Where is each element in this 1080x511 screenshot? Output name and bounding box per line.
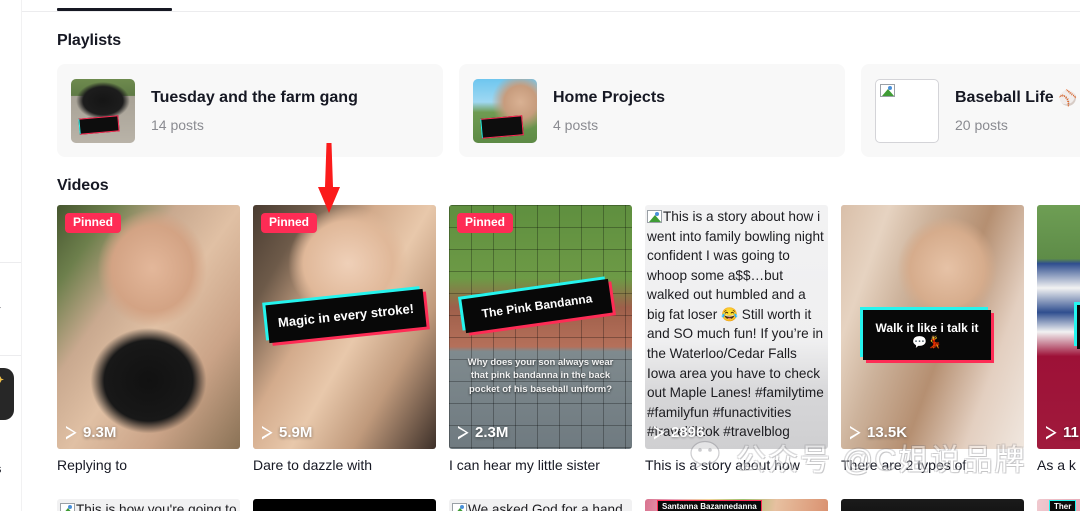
playlist-name-text: Baseball Life <box>955 88 1054 106</box>
play-icon <box>1046 426 1057 440</box>
video-thumbnail-broken[interactable]: We asked God for a hand <box>449 499 632 511</box>
view-count-value: 2896 <box>671 424 705 441</box>
playlist-post-count: 14 posts <box>151 116 204 133</box>
sidebar-text-fragment-2: ers <box>0 461 2 476</box>
video-thumbnail[interactable]: Pinned The Pink Bandanna Why does your s… <box>449 205 632 449</box>
video-caption[interactable]: This is a story about how <box>645 456 828 475</box>
video-alt-text: This is a story about how i went into fa… <box>647 209 824 440</box>
video-caption[interactable]: As a k <box>1037 456 1080 475</box>
videos-section-title: Videos <box>57 177 109 194</box>
video-artwork <box>1037 205 1080 449</box>
view-count-value: 13.5K <box>867 424 908 441</box>
sparkle-icon <box>0 376 4 383</box>
view-count-value: 11 <box>1063 424 1079 441</box>
video-overlay-sticker: Santanna Bazannedanna <box>657 500 762 511</box>
playlist-meta: Baseball Life ⚾ 20 posts <box>955 89 1077 133</box>
left-sidebar-remnant: ear ers <box>0 0 22 511</box>
playlists-row: Tuesday and the farm gang 14 posts Home … <box>57 64 1080 157</box>
baseball-icon: ⚾ <box>1058 89 1078 107</box>
playlist-thumbnail <box>71 78 135 143</box>
video-cell: Pinned Magic in every stroke! 5.9M Dare … <box>253 205 436 475</box>
playlist-post-count: 4 posts <box>553 116 599 133</box>
view-count: 2896 <box>654 424 704 441</box>
playlist-card[interactable]: Tuesday and the farm gang 14 posts <box>57 64 443 157</box>
pinned-badge: Pinned <box>457 213 514 234</box>
video-thumbnail[interactable]: Ther <box>1037 499 1080 511</box>
video-cell: Walk it like i talk it 💬💃 13.5K There ar… <box>841 205 1024 475</box>
video-thumbnail-broken[interactable]: This is how you're going to <box>57 499 240 511</box>
video-thumbnail[interactable]: Santanna Bazannedanna <box>645 499 828 511</box>
view-count-value: 9.3M <box>83 424 117 441</box>
video-alt-text-block: This is a story about how i went into fa… <box>647 207 824 442</box>
playlist-meta: Tuesday and the farm gang 14 posts <box>151 89 358 133</box>
video-thumbnail[interactable]: Walk it like i talk it 💬💃 13.5K <box>841 205 1024 449</box>
playlist-name: Baseball Life ⚾ <box>955 89 1077 107</box>
sidebar-promo-card[interactable] <box>0 368 14 420</box>
video-thumbnail[interactable]: Pinned Magic in every stroke! 5.9M <box>253 205 436 449</box>
playlists-section-title: Playlists <box>57 32 122 49</box>
profile-tab-bar[interactable] <box>22 0 1080 12</box>
playlist-thumbnail-broken <box>875 78 939 143</box>
video-alt-text: This is how you're going to <box>76 502 237 511</box>
videos-grid: Pinned 9.3M Replying to Pinned Magic in … <box>57 205 1080 475</box>
playlist-name: Tuesday and the farm gang <box>151 88 358 106</box>
video-cell: This is a story about how i went into fa… <box>645 205 828 475</box>
sidebar-text-fragment-1: ear <box>0 302 1 317</box>
playlist-post-count: 20 posts <box>955 116 1008 133</box>
video-overlay-sticker: Walk it like i talk it 💬💃 <box>863 310 991 360</box>
playlist-meta: Home Projects 4 posts <box>553 89 665 133</box>
view-count: 5.9M <box>262 424 312 441</box>
sidebar-divider-top <box>0 262 21 263</box>
view-count: 13.5K <box>850 424 907 441</box>
broken-image-icon <box>452 503 467 511</box>
play-icon <box>262 426 273 440</box>
view-count-value: 2.3M <box>475 424 509 441</box>
broken-image-icon <box>60 503 75 511</box>
video-alt-text: We asked God for a hand <box>468 502 623 511</box>
video-artwork <box>57 205 240 449</box>
pinned-badge: Pinned <box>261 213 318 234</box>
broken-image-icon <box>647 210 662 223</box>
tab-active-indicator <box>57 8 172 11</box>
playlist-name: Home Projects <box>553 88 666 106</box>
playlist-caption-sticker <box>480 114 524 139</box>
playlist-card[interactable]: Home Projects 4 posts <box>459 64 845 157</box>
view-count: 2.3M <box>458 424 508 441</box>
video-thumbnail[interactable] <box>841 499 1024 511</box>
play-icon <box>654 426 665 440</box>
video-burned-in-subtitle: Why does your son always wear that pink … <box>467 356 614 396</box>
playlist-thumbnail <box>473 78 537 143</box>
view-count: 11 <box>1046 424 1079 441</box>
play-icon <box>850 426 861 440</box>
sidebar-divider-bottom <box>0 355 21 356</box>
video-cell: Pinned The Pink Bandanna Why does your s… <box>449 205 632 475</box>
video-thumbnail[interactable]: Pinned 9.3M <box>57 205 240 449</box>
video-caption[interactable]: Replying to <box>57 456 240 475</box>
video-caption[interactable]: Dare to dazzle with <box>253 456 436 475</box>
video-thumbnail[interactable]: T 11 <box>1037 205 1080 449</box>
play-icon <box>66 426 77 440</box>
video-cell: Pinned 9.3M Replying to <box>57 205 240 475</box>
video-thumbnail-broken[interactable]: This is a story about how i went into fa… <box>645 205 828 449</box>
video-caption[interactable]: I can hear my little sister <box>449 456 632 475</box>
view-count-value: 5.9M <box>279 424 313 441</box>
video-thumbnail[interactable] <box>253 499 436 511</box>
video-cell: T 11 As a k <box>1037 205 1080 475</box>
pinned-badge: Pinned <box>65 213 122 234</box>
playlist-caption-sticker <box>78 114 120 135</box>
video-overlay-sticker: Ther <box>1049 500 1077 511</box>
playlist-card[interactable]: Baseball Life ⚾ 20 posts <box>861 64 1080 157</box>
videos-grid-next-row: This is how you're going to We asked God… <box>57 499 1080 511</box>
play-icon <box>458 426 469 440</box>
main-content: Playlists Tuesday and the farm gang 14 p… <box>22 0 1080 511</box>
view-count: 9.3M <box>66 424 116 441</box>
tiktok-profile-page: ear ers Playlists Tuesday and the farm g… <box>0 0 1080 511</box>
video-caption[interactable]: There are 2 types of <box>841 456 1024 475</box>
broken-image-icon <box>880 83 895 97</box>
